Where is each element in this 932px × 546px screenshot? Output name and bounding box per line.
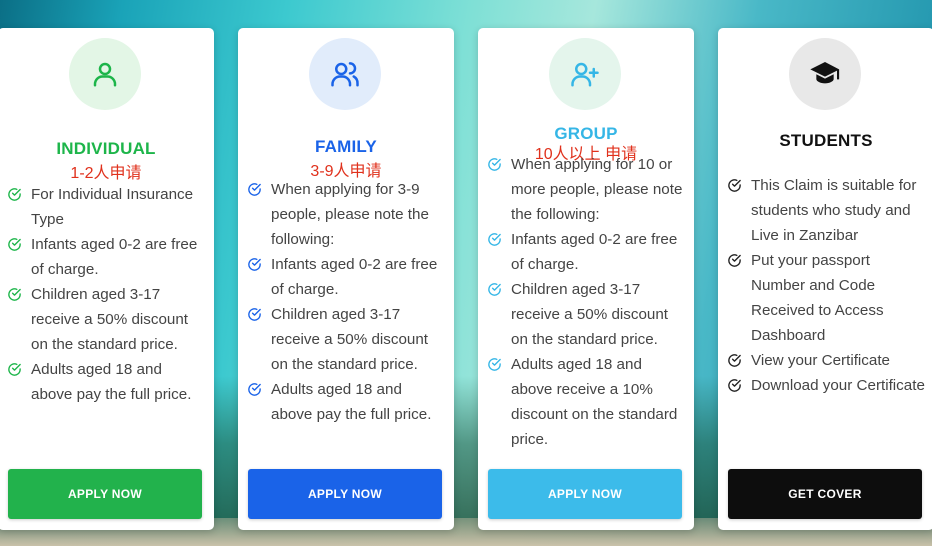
feature-item: Children aged 3-17 receive a 50% discoun… bbox=[7, 282, 207, 357]
check-circle-icon bbox=[488, 233, 501, 246]
feature-item: This Claim is suitable for students who … bbox=[727, 173, 927, 248]
card-title: FAMILY bbox=[315, 137, 377, 156]
check-circle-icon bbox=[728, 179, 741, 192]
feature-item: When applying for 10 or more people, ple… bbox=[487, 152, 687, 227]
feature-item: Infants aged 0-2 are free of charge. bbox=[487, 227, 687, 277]
check-circle-icon bbox=[8, 363, 21, 376]
apply-now-button[interactable]: APPLY NOW bbox=[488, 469, 682, 519]
check-circle-icon bbox=[728, 254, 741, 267]
plan-card-group: GROUP 10人以上 申请 When applying for 10 or m… bbox=[478, 28, 694, 530]
feature-list: This Claim is suitable for students who … bbox=[727, 173, 927, 398]
check-circle-icon bbox=[488, 283, 501, 296]
feature-item: Put your passport Number and Code Receiv… bbox=[727, 248, 927, 348]
feature-item: Children aged 3-17 receive a 50% discoun… bbox=[247, 302, 447, 377]
card-subtitle: 1-2人申请 bbox=[70, 165, 142, 182]
apply-now-button[interactable]: APPLY NOW bbox=[248, 469, 442, 519]
graduation-cap-icon bbox=[789, 38, 861, 110]
check-circle-icon bbox=[488, 158, 501, 171]
check-circle-icon bbox=[248, 308, 261, 321]
check-circle-icon bbox=[248, 383, 261, 396]
feature-item: Download your Certificate bbox=[727, 373, 927, 398]
card-title: STUDENTS bbox=[779, 131, 873, 150]
feature-item: Infants aged 0-2 are free of charge. bbox=[247, 252, 447, 302]
card-title: INDIVIDUAL bbox=[56, 139, 156, 158]
feature-list: For Individual Insurance Type Infants ag… bbox=[7, 182, 207, 407]
feature-item: View your Certificate bbox=[727, 348, 927, 373]
check-circle-icon bbox=[8, 288, 21, 301]
person-icon bbox=[69, 38, 141, 110]
get-cover-button[interactable]: GET COVER bbox=[728, 469, 922, 519]
feature-item: When applying for 3-9 people, please not… bbox=[247, 177, 447, 252]
apply-now-button[interactable]: APPLY NOW bbox=[8, 469, 202, 519]
check-circle-icon bbox=[248, 183, 261, 196]
feature-item: Adults aged 18 and above pay the full pr… bbox=[7, 357, 207, 407]
users-icon bbox=[309, 38, 381, 110]
plan-card-family: FAMILY 3-9人申请 When applying for 3-9 peop… bbox=[238, 28, 454, 530]
check-circle-icon bbox=[728, 354, 741, 367]
feature-item: Infants aged 0-2 are free of charge. bbox=[7, 232, 207, 282]
check-circle-icon bbox=[8, 188, 21, 201]
feature-list: When applying for 3-9 people, please not… bbox=[247, 177, 447, 427]
feature-item: Adults aged 18 and above pay the full pr… bbox=[247, 377, 447, 427]
check-circle-icon bbox=[248, 258, 261, 271]
user-plus-icon bbox=[549, 38, 621, 110]
plan-card-students: STUDENTS This Claim is suitable for stud… bbox=[718, 28, 932, 530]
feature-item: Children aged 3-17 receive a 50% discoun… bbox=[487, 277, 687, 352]
check-circle-icon bbox=[488, 358, 501, 371]
plan-card-individual: INDIVIDUAL 1-2人申请 For Individual Insuran… bbox=[0, 28, 214, 530]
feature-item: For Individual Insurance Type bbox=[7, 182, 207, 232]
feature-item: Adults aged 18 and above receive a 10% d… bbox=[487, 352, 687, 452]
check-circle-icon bbox=[728, 379, 741, 392]
feature-list: When applying for 10 or more people, ple… bbox=[487, 152, 687, 452]
check-circle-icon bbox=[8, 238, 21, 251]
